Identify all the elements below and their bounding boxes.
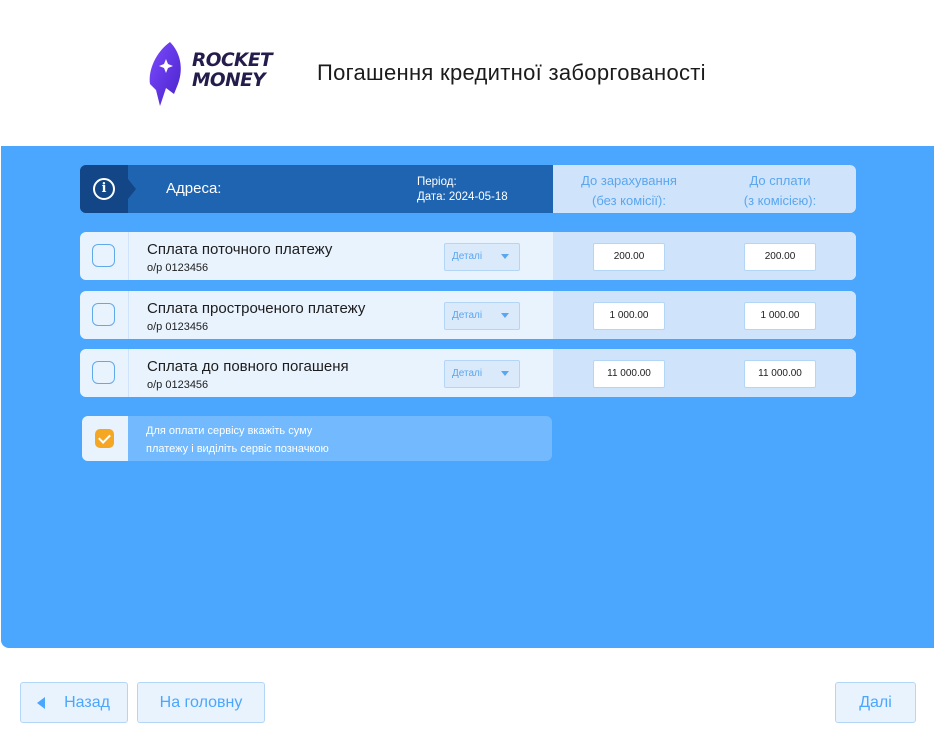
table-header: i Адреса: Період: Дата: 2024-05-18 До за… [80, 165, 856, 213]
date-label: Дата: 2024-05-18 [417, 191, 508, 203]
payment-panel [1, 146, 934, 648]
chevron-down-icon [501, 313, 509, 318]
details-dropdown[interactable]: Деталі [444, 243, 520, 271]
details-label: Деталі [452, 251, 483, 262]
row-checkbox-cell [80, 232, 129, 280]
row-amounts: 1 000.00 1 000.00 [553, 291, 856, 339]
details-dropdown[interactable]: Деталі [444, 302, 520, 330]
row-account: о/р 0123456 [147, 262, 209, 274]
payment-row-overdue: Сплата простроченого платежу о/р 0123456… [80, 291, 856, 339]
row-amounts: 200.00 200.00 [553, 232, 856, 280]
info-icon: i [93, 178, 115, 200]
hint-text: Для оплати сервісу вкажіть суму платежу … [146, 425, 329, 455]
details-label: Деталі [452, 310, 483, 321]
details-label: Деталі [452, 368, 483, 379]
row-account: о/р 0123456 [147, 379, 209, 391]
info-button[interactable]: i [80, 165, 136, 213]
credit-amount-field[interactable]: 1 000.00 [593, 302, 665, 330]
row-checkbox[interactable] [92, 361, 115, 384]
hint-note: Для оплати сервісу вкажіть суму платежу … [82, 416, 552, 461]
back-button[interactable]: Назад [20, 682, 128, 723]
row-checkbox[interactable] [92, 244, 115, 267]
rocket-icon [149, 42, 181, 106]
pay-amount-field[interactable]: 11 000.00 [744, 360, 816, 388]
column-header-credit: До зарахування (без комісії): [581, 173, 677, 208]
next-button[interactable]: Далі [835, 682, 916, 723]
row-checkbox[interactable] [92, 303, 115, 326]
page-title: Погашення кредитної заборгованості [317, 60, 706, 85]
credit-amount-field[interactable]: 11 000.00 [593, 360, 665, 388]
row-checkbox-cell [80, 291, 129, 339]
home-button[interactable]: На головну [137, 682, 265, 723]
period-label: Період: [417, 176, 457, 188]
period-info: Період: Дата: 2024-05-18 [417, 175, 508, 205]
next-button-label: Далі [859, 694, 892, 711]
note-checkbox-cell [82, 416, 128, 461]
rocket-money-logo: ROCKET MONEY [146, 40, 286, 110]
home-button-label: На головну [159, 694, 243, 711]
row-amounts: 11 000.00 11 000.00 [553, 349, 856, 397]
checkmark-icon [95, 429, 114, 448]
pay-amount-field[interactable]: 1 000.00 [744, 302, 816, 330]
chevron-down-icon [501, 371, 509, 376]
row-title: Сплата простроченого платежу [147, 300, 366, 317]
back-button-label: Назад [64, 694, 110, 711]
details-dropdown[interactable]: Деталі [444, 360, 520, 388]
row-title: Сплата поточного платежу [147, 241, 333, 258]
logo-wordmark: ROCKET MONEY [192, 50, 273, 91]
address-label: Адреса: [166, 180, 222, 197]
column-header-pay: До сплати (з комісією): [743, 173, 817, 208]
row-title: Сплата до повного погашеня [147, 358, 349, 375]
row-checkbox-cell [80, 349, 129, 397]
credit-amount-field[interactable]: 200.00 [593, 243, 665, 271]
chevron-down-icon [501, 254, 509, 259]
row-account: о/р 0123456 [147, 321, 209, 333]
payment-row-full: Сплата до повного погашеня о/р 0123456 Д… [80, 349, 856, 397]
pay-amount-field[interactable]: 200.00 [744, 243, 816, 271]
header-address-section: i Адреса: Період: Дата: 2024-05-18 [80, 165, 553, 213]
payment-row-current: Сплата поточного платежу о/р 0123456 Дет… [80, 232, 856, 280]
arrow-left-icon [37, 697, 45, 709]
